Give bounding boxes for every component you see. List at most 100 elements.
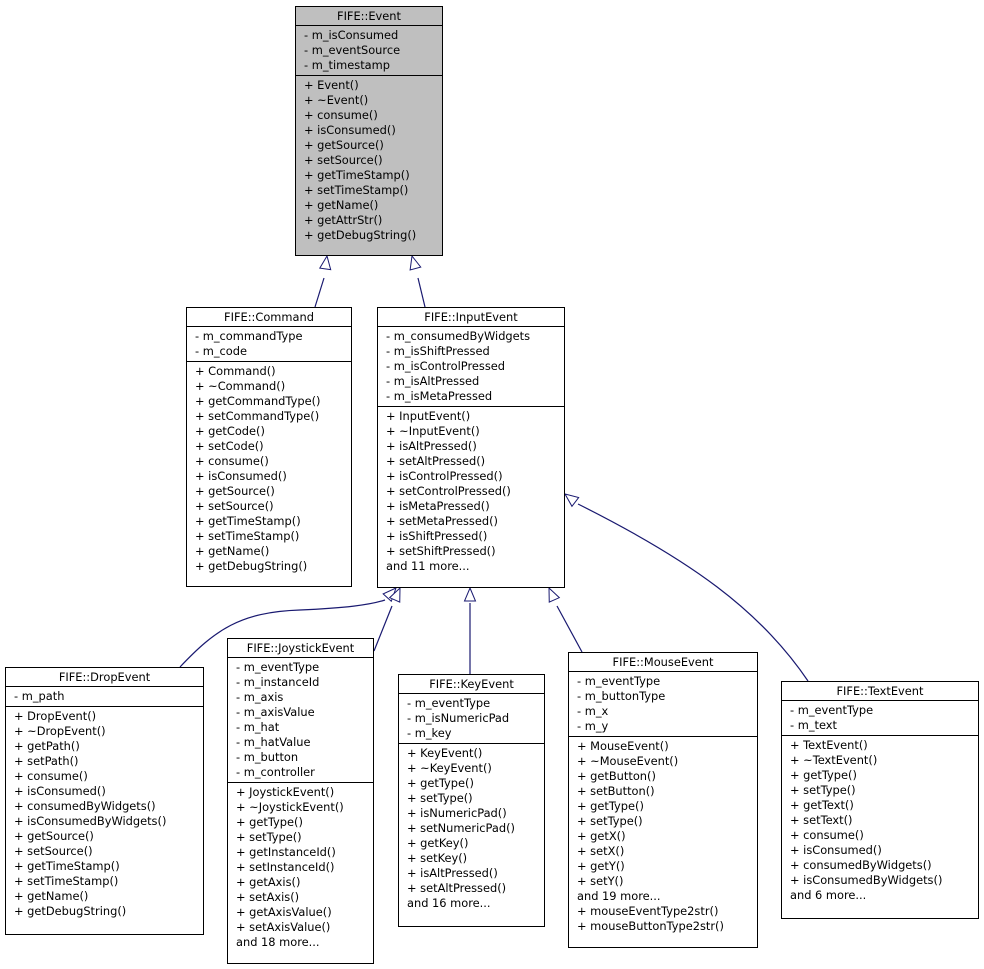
attributes-section: - m_eventType - m_buttonType - m_x - m_y (569, 672, 757, 737)
attribute-item: - m_text (790, 718, 838, 732)
operation-item: + getAxisValue() (236, 905, 332, 919)
operation-item: + mouseEventType2str() (577, 904, 719, 918)
operation-item: + isConsumedByWidgets() (14, 814, 167, 828)
attribute-item: - m_hatValue (236, 735, 311, 749)
operation-item: + setSource() (304, 153, 383, 167)
operation-item: + getAxis() (236, 875, 301, 889)
class-box-input-event[interactable]: FIFE::InputEvent - m_consumedByWidgets - … (377, 307, 565, 588)
operation-item: + getDebugString() (14, 904, 127, 918)
operation-item: + setSource() (195, 499, 274, 513)
operation-item: + isControlPressed() (386, 469, 503, 483)
class-box-mouse-event[interactable]: FIFE::MouseEvent - m_eventType - m_button… (568, 652, 758, 948)
operation-item: + setAxis() (236, 890, 300, 904)
operation-item: + consume() (14, 769, 88, 783)
operation-item: + getDebugString() (195, 559, 308, 573)
operation-item: + setKey() (407, 851, 468, 865)
attribute-item: - m_axis (236, 690, 284, 704)
operation-item: + MouseEvent() (577, 739, 669, 753)
operation-item: + KeyEvent() (407, 746, 483, 760)
inheritance-arrowhead-icon (318, 254, 332, 271)
operation-item: + getPath() (14, 739, 80, 753)
attribute-item: - m_button (236, 750, 299, 764)
operation-item: + DropEvent() (14, 709, 97, 723)
operation-item: + isConsumed() (14, 784, 106, 798)
operation-item: + setInstanceId() (236, 860, 335, 874)
operation-item: + getTimeStamp() (195, 514, 301, 528)
class-box-command[interactable]: FIFE::Command - m_commandType - m_code + … (186, 307, 352, 587)
operation-item: + getType() (236, 815, 303, 829)
class-title: FIFE::TextEvent (782, 682, 978, 701)
operations-section: + JoystickEvent() + ~JoystickEvent() + get… (228, 783, 373, 952)
operation-item: + isConsumed() (195, 469, 287, 483)
operation-item: + setY() (577, 874, 624, 888)
more-members-label: and 16 more... (407, 896, 491, 910)
operation-item: + getType() (790, 768, 857, 782)
operation-item: + getCommandType() (195, 394, 321, 408)
attribute-item: - m_isMetaPressed (386, 389, 493, 403)
more-members-label: and 6 more... (790, 888, 867, 902)
operation-item: + ~TextEvent() (790, 753, 878, 767)
operation-item: + ~Event() (304, 93, 369, 107)
operation-item: + ~KeyEvent() (407, 761, 492, 775)
attributes-section: - m_commandType - m_code (187, 327, 351, 362)
attribute-item: - m_x (577, 704, 609, 718)
operation-item: + getName() (195, 544, 270, 558)
operation-item: + isConsumed() (790, 843, 882, 857)
operation-item: + isAltPressed() (386, 439, 477, 453)
attribute-item: - m_axisValue (236, 705, 315, 719)
attribute-item: - m_eventType (407, 696, 491, 710)
more-members-label: and 11 more... (386, 559, 470, 573)
class-box-key-event[interactable]: FIFE::KeyEvent - m_eventType - m_isNumeri… (398, 674, 545, 927)
class-box-joystick-event[interactable]: FIFE::JoystickEvent - m_eventType - m_ins… (227, 638, 374, 964)
operation-item: + setMetaPressed() (386, 514, 498, 528)
operation-item: + Command() (195, 364, 276, 378)
operation-item: + setTimeStamp() (14, 874, 119, 888)
operation-item: + setType() (577, 814, 643, 828)
inheritance-arrowhead-icon (409, 254, 422, 271)
operations-section: + DropEvent() + ~DropEvent() + getPath() + … (6, 707, 203, 921)
operation-item: + getAttrStr() (304, 213, 383, 227)
operation-item: + ~Command() (195, 379, 286, 393)
class-title: FIFE::JoystickEvent (228, 639, 373, 658)
operation-item: + setText() (790, 813, 853, 827)
operation-item: + getDebugString() (304, 228, 417, 242)
operation-item: + setButton() (577, 784, 655, 798)
operations-section: + MouseEvent() + ~MouseEvent() + getButton… (569, 737, 757, 936)
attribute-item: - m_controller (236, 765, 315, 779)
operation-item: + getName() (304, 198, 379, 212)
operation-item: + getSource() (14, 829, 94, 843)
attribute-item: - m_path (14, 689, 65, 703)
attributes-section: - m_eventType - m_text (782, 701, 978, 736)
operation-item: + ~MouseEvent() (577, 754, 679, 768)
more-members-label: and 19 more... (577, 889, 661, 903)
operation-item: + isConsumedByWidgets() (790, 873, 943, 887)
attribute-item: - m_eventType (577, 674, 661, 688)
attribute-item: - m_isControlPressed (386, 359, 506, 373)
attributes-section: - m_isConsumed - m_eventSource - m_timesta… (296, 26, 442, 76)
operation-item: + consume() (790, 828, 864, 842)
attribute-item: - m_commandType (195, 329, 303, 343)
operations-section: + KeyEvent() + ~KeyEvent() + getType() + se… (399, 744, 544, 913)
operation-item: + getName() (14, 889, 89, 903)
class-title: FIFE::DropEvent (6, 668, 203, 687)
inheritance-edge-input-event (417, 277, 426, 308)
attribute-item: - m_eventType (790, 703, 874, 717)
operation-item: + getY() (577, 859, 625, 873)
operation-item: + getSource() (304, 138, 384, 152)
operation-item: + ~JoystickEvent() (236, 800, 344, 814)
class-box-event[interactable]: FIFE::Event - m_isConsumed - m_eventSourc… (295, 6, 443, 256)
inheritance-edge-mouse-event (556, 605, 583, 653)
class-box-text-event[interactable]: FIFE::TextEvent - m_eventType - m_text + … (781, 681, 979, 919)
operation-item: + setCommandType() (195, 409, 320, 423)
operation-item: + JoystickEvent() (236, 785, 335, 799)
operation-item: + setType() (790, 783, 856, 797)
operation-item: + getCode() (195, 424, 265, 438)
attribute-item: - m_eventSource (304, 43, 401, 57)
operation-item: + getX() (577, 829, 626, 843)
operation-item: + consume() (304, 108, 378, 122)
class-box-drop-event[interactable]: FIFE::DropEvent - m_path + DropEvent() + … (5, 667, 204, 935)
attributes-section: - m_consumedByWidgets - m_isShiftPressed -… (378, 327, 564, 407)
class-title: FIFE::Command (187, 308, 351, 327)
operation-item: + consume() (195, 454, 269, 468)
operation-item: + getTimeStamp() (14, 859, 120, 873)
